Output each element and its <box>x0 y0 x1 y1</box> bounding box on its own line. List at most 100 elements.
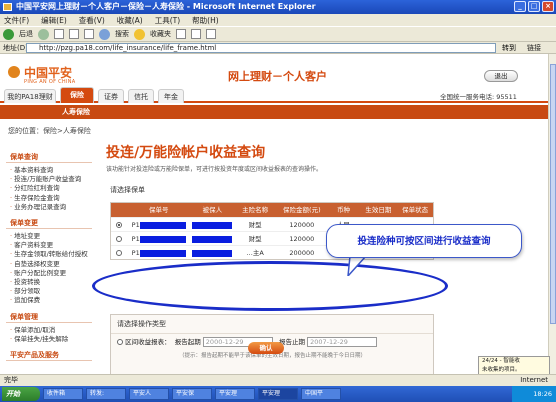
menu-favorites[interactable]: 收藏(A) <box>117 15 143 26</box>
policy-no: P1 <box>131 221 140 229</box>
col-effective-date: 生效日期 <box>365 206 392 214</box>
policy-radio[interactable] <box>115 236 122 242</box>
exit-button[interactable]: 退出 <box>484 70 518 82</box>
start-date-label: 报告起期 <box>174 338 201 346</box>
interval-report-radio[interactable] <box>117 339 123 345</box>
policy-radio[interactable] <box>115 250 122 256</box>
window-title: 中国平安网上理财－个人客户－保险－人寿保险 - Microsoft Intern… <box>16 2 316 11</box>
sidebar-item-add-cancel[interactable]: 保单添加/取消 <box>6 326 92 335</box>
col-currency: 币种 <box>337 206 351 214</box>
taskbar-item[interactable]: 平安保 <box>172 388 212 400</box>
search-button[interactable]: 搜索 <box>115 29 129 39</box>
minimize-button[interactable]: _ <box>514 1 526 12</box>
menu-tools[interactable]: 工具(T) <box>155 15 180 26</box>
menu-bar: 文件(F) 编辑(E) 查看(V) 收藏(A) 工具(T) 帮助(H) <box>0 14 556 26</box>
back-arrow-icon[interactable] <box>3 28 14 40</box>
print-icon[interactable] <box>206 29 216 39</box>
tab-trust[interactable]: 信托 <box>128 89 154 103</box>
sidebar-section-products: 平安产品及服务 <box>6 350 92 362</box>
col-amount: 保险金额(元) <box>283 206 321 214</box>
sidebar-item-investment-switch[interactable]: 投资转换 <box>6 278 92 287</box>
policy-radio[interactable] <box>115 222 122 228</box>
taskbar-item[interactable]: 收件箱 <box>43 388 83 400</box>
redaction-bar <box>139 249 186 257</box>
banner-title: 网上理财－个人客户 <box>228 70 327 83</box>
pingan-logo-icon <box>8 66 20 78</box>
search-icon[interactable] <box>99 28 110 40</box>
sidebar-item-survival-benefit[interactable]: 生存保险金查询 <box>6 194 92 203</box>
forward-arrow-icon[interactable] <box>38 28 49 40</box>
window-controls: _ □ × <box>514 1 554 12</box>
favorites-button[interactable]: 收藏夹 <box>150 29 171 39</box>
product-name: …主A <box>246 249 264 257</box>
col-policy-no: 保单号 <box>148 206 169 214</box>
taskbar-item[interactable]: 平安人 <box>129 388 169 400</box>
policy-no: P1 <box>131 249 140 257</box>
insured-amount: 120000 <box>289 221 315 229</box>
menu-edit[interactable]: 编辑(E) <box>41 15 67 26</box>
product-name: 财型 <box>248 235 262 243</box>
menu-help[interactable]: 帮助(H) <box>192 15 219 26</box>
sidebar-section-policy-change: 保单变更 <box>6 218 92 230</box>
interval-report-row: 区间收益报表： 报告起期 2000-12-29 报告止期 2007-12-29 <box>117 336 378 347</box>
notification-line1: 24/24 - 智能收 <box>482 358 520 364</box>
vertical-scrollbar[interactable] <box>548 54 556 374</box>
sidebar-item-address-change[interactable]: 地址变更 <box>6 232 92 241</box>
taskbar: 开始 收件箱 转发: 平安人 平安保 平安理 平安理 中国平 18:26 <box>0 386 556 402</box>
maximize-button[interactable]: □ <box>528 1 540 12</box>
sidebar-item-dividend[interactable]: 分红险红利查询 <box>6 184 92 193</box>
taskbar-item[interactable]: 平安理 <box>215 388 255 400</box>
sidebar-item-additional-premium[interactable]: 追加保费 <box>6 296 92 305</box>
table-header: 保单号 被保人 主险名称 保险金额(元) 币种 生效日期 保单状态 <box>111 203 433 217</box>
breadcrumb: 您的位置：保险>人寿保险 <box>8 127 91 135</box>
address-input[interactable]: http://pzg.pa18.com/life_insurance/life_… <box>26 43 496 53</box>
menu-file[interactable]: 文件(F) <box>4 15 29 26</box>
close-button[interactable]: × <box>542 1 554 12</box>
product-name: 财型 <box>248 221 262 229</box>
sidebar-item-loss-report[interactable]: 保单挂失/挂失解除 <box>6 335 92 344</box>
sidebar-item-survival-transfer[interactable]: 生存金领取/转账给付授权 <box>6 250 92 259</box>
start-button[interactable]: 开始 <box>2 387 40 401</box>
taskbar-item[interactable]: 转发: <box>86 388 126 400</box>
col-status: 保单状态 <box>402 206 429 214</box>
menu-view[interactable]: 查看(V) <box>79 15 105 26</box>
history-icon[interactable] <box>176 29 186 39</box>
tab-my-pa18[interactable]: 我的PA18理财 <box>4 89 56 103</box>
redaction-bar <box>139 221 186 229</box>
status-bar: 完毕 Internet <box>0 374 556 386</box>
tab-annuity[interactable]: 年金 <box>158 89 184 103</box>
tab-insurance[interactable]: 保险 <box>60 87 94 103</box>
taskbar-item[interactable]: 中国平 <box>301 388 341 400</box>
sidebar-item-records[interactable]: 业务办理记录查询 <box>6 203 92 212</box>
home-icon[interactable] <box>84 29 94 39</box>
sub-nav: 人寿保险 <box>0 105 548 119</box>
top-nav: 我的PA18理财 保险 证券 信托 年金 全国统一服务电话: 95511 <box>0 87 548 103</box>
annotation-callout: 投连险种可按区间进行收益查询 <box>326 224 522 258</box>
sidebar-section-policy-query: 保单查询 <box>6 152 92 163</box>
links-button[interactable]: 链接 <box>527 42 541 54</box>
end-date-input[interactable]: 2007-12-29 <box>307 337 378 347</box>
service-hotline: 全国统一服务电话: 95511 <box>440 93 517 101</box>
back-button[interactable]: 后退 <box>19 29 33 39</box>
status-zone: Internet <box>520 376 548 384</box>
favorites-star-icon[interactable] <box>134 28 145 40</box>
insured-amount: 200000 <box>289 249 315 257</box>
subnav-life-insurance[interactable]: 人寿保险 <box>62 107 90 117</box>
clock: 18:26 <box>533 390 552 398</box>
logo-text-en: PING AN OF CHINA <box>24 79 76 85</box>
sidebar-item-allocation[interactable]: 账户分配比例变更 <box>6 269 92 278</box>
tab-securities[interactable]: 证券 <box>98 89 124 103</box>
taskbar-item[interactable]: 平安理 <box>258 388 298 400</box>
sidebar-item-basic-info[interactable]: 基本资料查询 <box>6 166 92 175</box>
notification-popup[interactable]: 24/24 - 智能收 未收集的项目。 <box>478 356 550 376</box>
go-button[interactable]: 转到 <box>502 42 516 54</box>
refresh-icon[interactable] <box>69 29 79 39</box>
sidebar: 保单查询 基本资料查询 投连/万能账户收益查询 分红险红利查询 生存保险金查询 … <box>6 146 92 374</box>
stop-icon[interactable] <box>54 29 64 39</box>
highlight-ellipse <box>92 261 448 311</box>
scrollbar-thumb[interactable] <box>550 64 556 324</box>
mail-icon[interactable] <box>191 29 201 39</box>
window-titlebar: 中国平安网上理财－个人客户－保险－人寿保险 - Microsoft Intern… <box>0 0 556 14</box>
confirm-button[interactable]: 确认 <box>248 342 284 354</box>
sidebar-item-auto-loan[interactable]: 自垫选择权变更 <box>6 260 92 269</box>
